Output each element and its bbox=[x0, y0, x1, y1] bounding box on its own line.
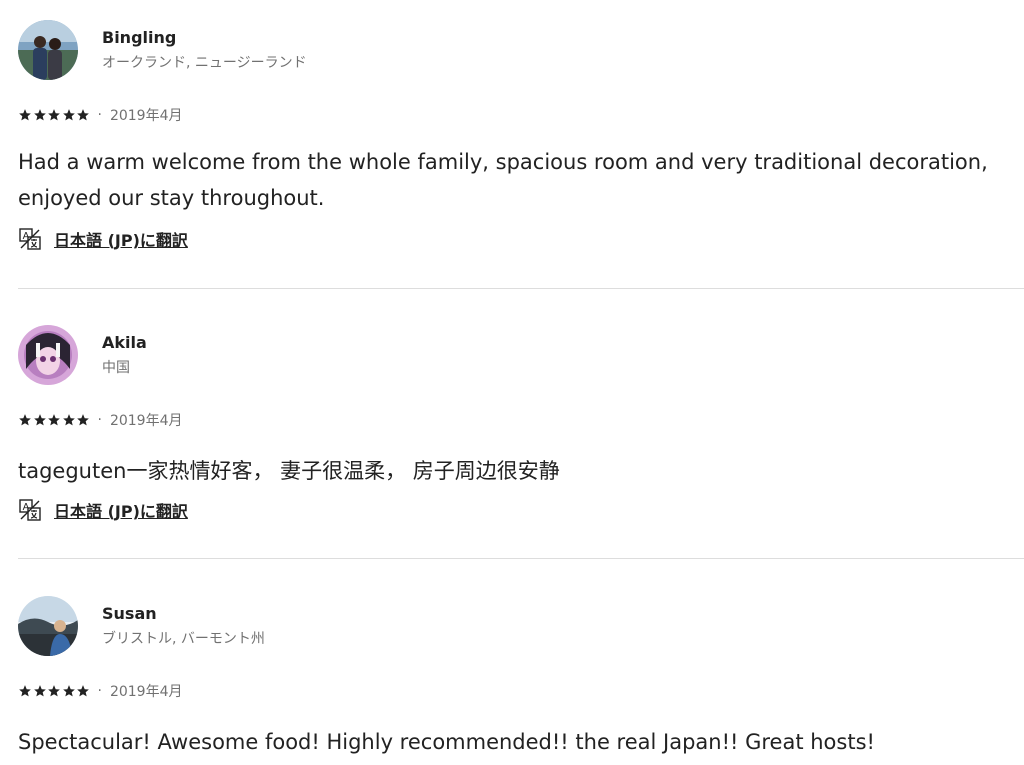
reviewer-location: オークランド, ニュージーランド bbox=[102, 55, 307, 71]
star-rating bbox=[18, 108, 91, 122]
translate-row: A 日本語 (JP)に翻訳 bbox=[18, 497, 188, 523]
star-rating bbox=[18, 684, 91, 698]
reviewer-location: 中国 bbox=[102, 360, 130, 376]
star-icon bbox=[33, 685, 46, 697]
star-icon bbox=[62, 414, 75, 426]
rating-row: · 2019年4月 bbox=[18, 683, 183, 700]
reviewer-name: Susan bbox=[102, 604, 157, 623]
reviewer-avatar[interactable] bbox=[18, 596, 78, 656]
reviewer-avatar[interactable] bbox=[18, 20, 78, 80]
reviewer-location: ブリストル, バーモント州 bbox=[102, 631, 265, 647]
star-rating bbox=[18, 413, 91, 427]
separator-dot: · bbox=[97, 107, 102, 123]
translate-icon: A bbox=[19, 499, 41, 521]
review-comment: Spectacular! Awesome food! Highly recomm… bbox=[18, 730, 875, 754]
star-icon bbox=[48, 109, 60, 121]
reviewer-name: Bingling bbox=[102, 28, 177, 47]
rating-row: · 2019年4月 bbox=[18, 107, 183, 124]
translate-link[interactable]: 日本語 (JP)に翻訳 bbox=[54, 227, 188, 251]
star-icon bbox=[33, 109, 46, 121]
rating-row: · 2019年4月 bbox=[18, 412, 183, 429]
review-comment: tageguten一家热情好客， 妻子很温柔， 房子周边很安静 bbox=[18, 459, 560, 483]
star-icon bbox=[19, 109, 31, 121]
star-icon bbox=[48, 685, 60, 697]
divider bbox=[18, 558, 1024, 559]
review-item: Akila 中国 · 2019年4月 tageguten一家热情好客， 妻子很温… bbox=[18, 325, 1024, 535]
review-comment: Had a warm welcome from the whole family… bbox=[18, 150, 988, 210]
divider bbox=[18, 288, 1024, 289]
review-item: Bingling オークランド, ニュージーランド · 2019年4月 Had … bbox=[18, 20, 1024, 260]
review-date: 2019年4月 bbox=[109, 684, 183, 700]
separator-dot: · bbox=[97, 683, 102, 699]
star-icon bbox=[77, 685, 89, 697]
review-date: 2019年4月 bbox=[109, 413, 183, 429]
star-icon bbox=[77, 109, 89, 121]
star-icon bbox=[62, 685, 75, 697]
star-icon bbox=[77, 414, 89, 426]
translate-row: A 日本語 (JP)に翻訳 bbox=[18, 226, 188, 252]
reviewer-name: Akila bbox=[102, 333, 147, 352]
separator-dot: · bbox=[97, 412, 102, 428]
translate-link[interactable]: 日本語 (JP)に翻訳 bbox=[54, 498, 188, 522]
person-landscape-avatar-icon bbox=[18, 596, 78, 656]
anime-girl-avatar-icon bbox=[18, 325, 78, 385]
star-icon bbox=[19, 414, 31, 426]
couple-photo-avatar-icon bbox=[18, 20, 78, 80]
reviewer-avatar[interactable] bbox=[18, 325, 78, 385]
translate-icon: A bbox=[19, 228, 41, 250]
reviews-list: Bingling オークランド, ニュージーランド · 2019年4月 Had … bbox=[0, 0, 1024, 765]
review-date: 2019年4月 bbox=[109, 108, 183, 124]
star-icon bbox=[48, 414, 60, 426]
star-icon bbox=[62, 109, 75, 121]
review-item: Susan ブリストル, バーモント州 · 2019年4月 Spectacula… bbox=[18, 596, 1024, 765]
star-icon bbox=[19, 685, 31, 697]
star-icon bbox=[33, 414, 46, 426]
